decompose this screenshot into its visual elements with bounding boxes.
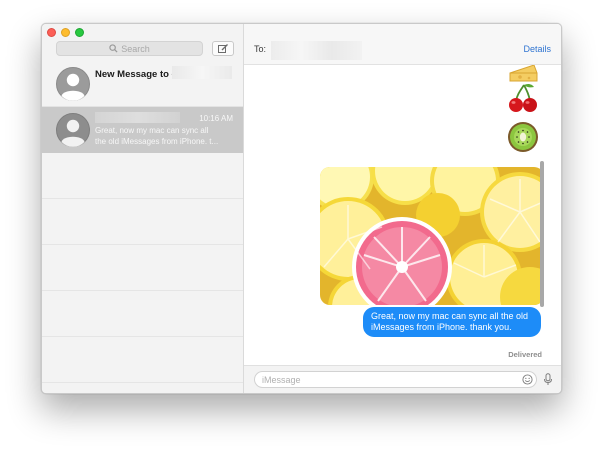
avatar (56, 67, 90, 101)
kiwi-icon (508, 122, 538, 152)
empty-list-row (42, 291, 243, 337)
to-label: To: (254, 44, 267, 54)
conversation-name: New Message to - (95, 69, 175, 80)
minimize-window-button[interactable] (61, 28, 70, 37)
compose-icon (218, 43, 228, 53)
scrollbar-thumb[interactable] (540, 161, 544, 307)
conversation-item-selected[interactable]: 10:16 AM Great, now my mac can sync all … (42, 107, 243, 153)
avatar (56, 113, 90, 147)
empty-list-row (42, 245, 243, 291)
redacted-recipient (172, 66, 232, 79)
conversation-preview: Great, now my mac can sync all the old i… (95, 126, 219, 146)
search-placeholder: Search (121, 43, 150, 54)
zoom-window-button[interactable] (75, 28, 84, 37)
empty-list-row (42, 383, 243, 393)
conversation-pane: To: Details Great, now my mac can sync a… (244, 24, 561, 393)
message-input[interactable]: iMessage (254, 371, 537, 388)
conversation-list: New Message to - 10:16 AM Great, now my … (42, 61, 243, 393)
empty-list-row (42, 337, 243, 383)
redacted-contact-name (95, 112, 180, 123)
cherry-icon (509, 83, 537, 112)
sidebar: Search New Message to - 10:16 AM Great, … (42, 24, 244, 393)
conversation-item-new-message[interactable]: New Message to - (42, 61, 243, 107)
empty-list-row (42, 153, 243, 199)
search-icon (109, 44, 118, 53)
recipient-bar: To: Details (244, 24, 561, 65)
image-attachment[interactable] (320, 167, 544, 305)
search-input[interactable]: Search (56, 41, 203, 56)
sent-message-bubble[interactable]: Great, now my mac can sync all the old i… (363, 307, 541, 337)
message-transcript: Great, now my mac can sync all the old i… (244, 65, 561, 366)
details-button[interactable]: Details (523, 44, 551, 54)
conversation-time: 10:16 AM (199, 114, 233, 123)
delivery-status: Delivered (508, 350, 542, 359)
window-controls (47, 28, 84, 37)
redacted-recipient-field[interactable] (271, 41, 362, 60)
close-window-button[interactable] (47, 28, 56, 37)
emoji-picker-icon[interactable] (522, 374, 533, 385)
compose-bar: iMessage (244, 365, 561, 393)
messages-window: Search New Message to - 10:16 AM Great, … (41, 23, 562, 394)
microphone-icon[interactable] (543, 373, 553, 386)
empty-list-row (42, 199, 243, 245)
compose-button[interactable] (212, 41, 234, 56)
